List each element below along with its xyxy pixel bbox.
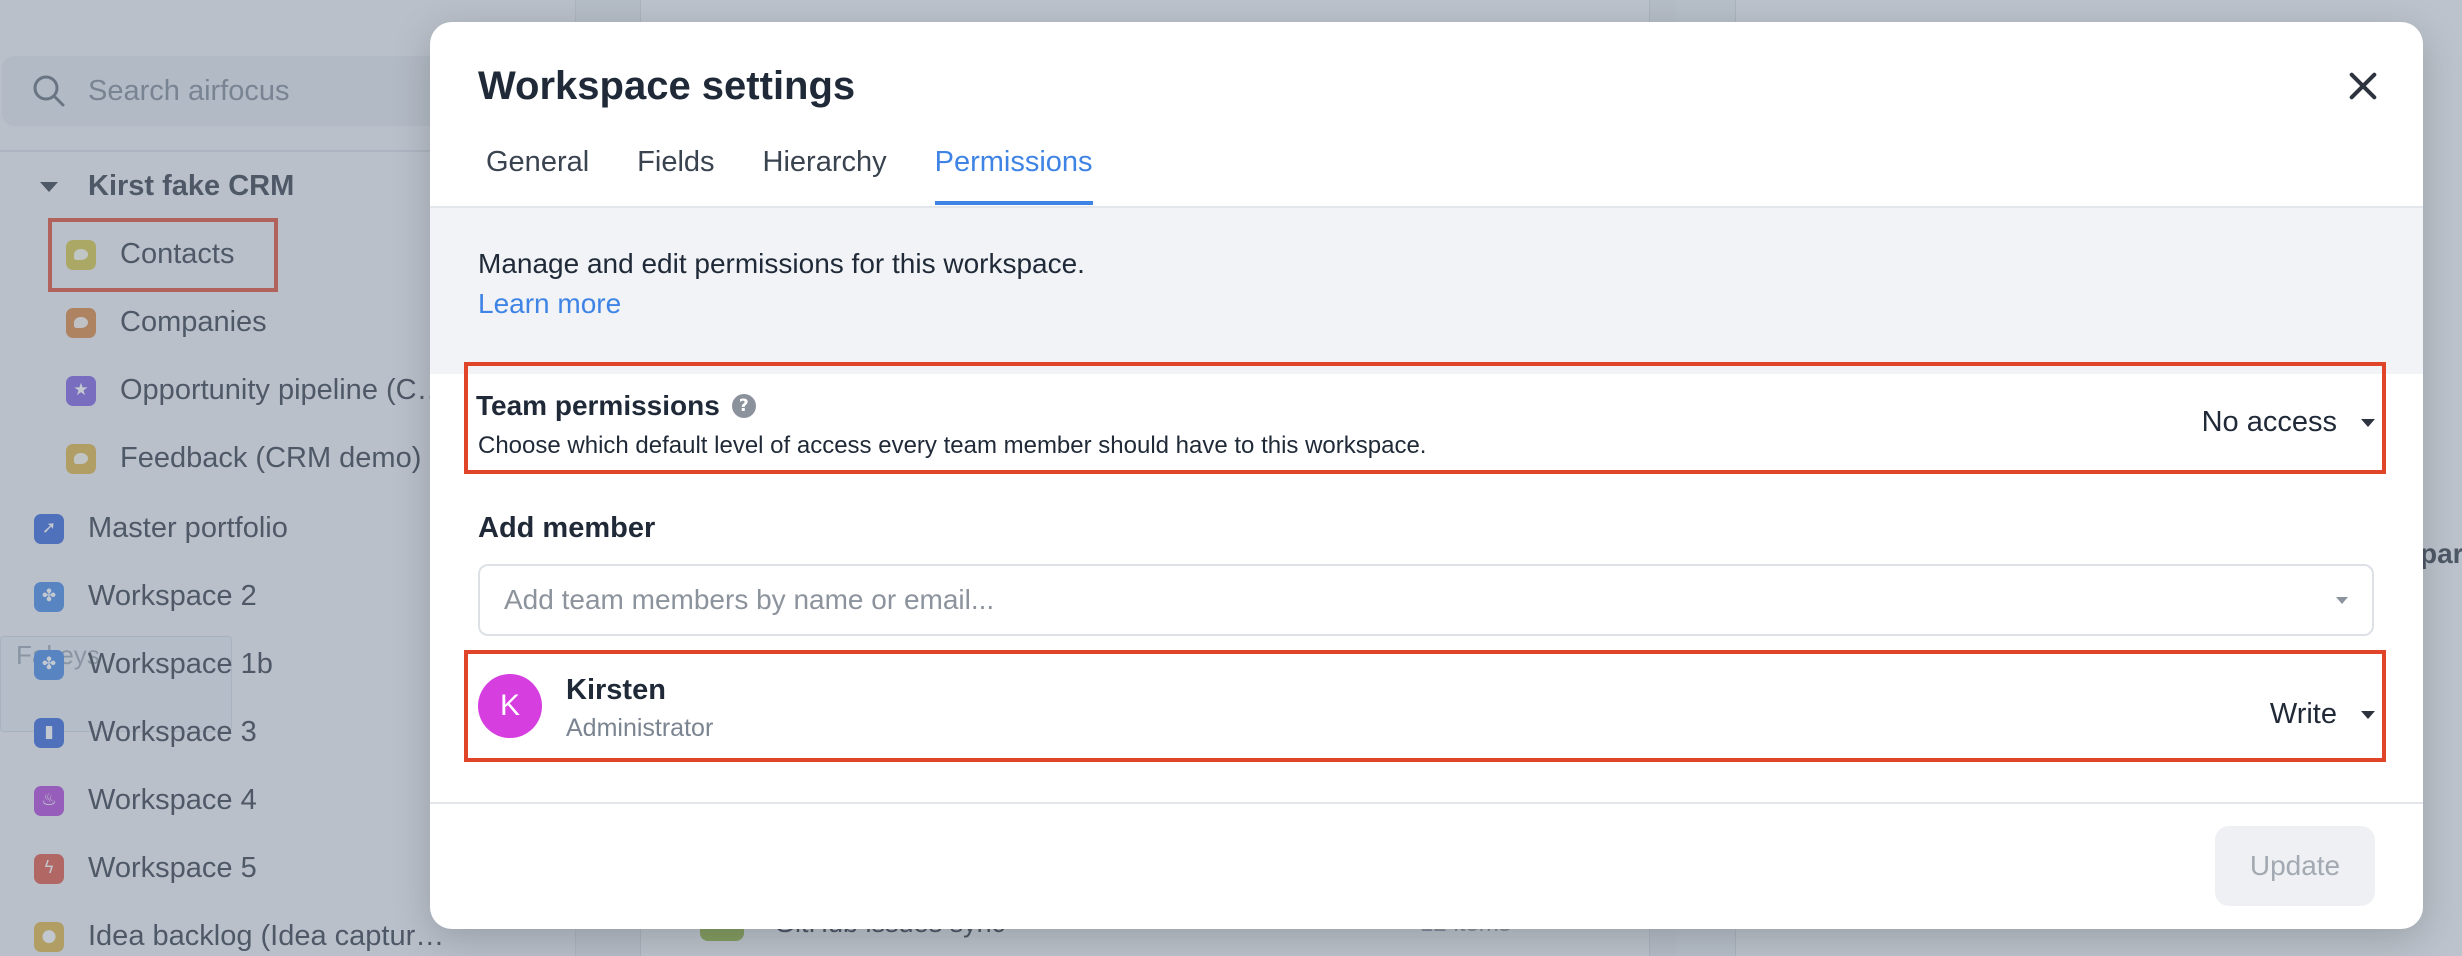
tab-hierarchy[interactable]: Hierarchy (763, 146, 887, 201)
team-permissions-label: Team permissions (476, 390, 720, 421)
learn-more-link[interactable]: Learn more (478, 288, 621, 320)
close-icon[interactable] (2341, 64, 2385, 108)
chevron-down-icon (2361, 710, 2375, 719)
info-banner: Manage and edit permissions for this wor… (430, 208, 2423, 374)
modal-tabs: General Fields Hierarchy Permissions (486, 146, 1093, 205)
team-permissions-select[interactable]: No access (2202, 406, 2375, 439)
update-button[interactable]: Update (2215, 826, 2375, 906)
add-member-placeholder: Add team members by name or email... (504, 584, 995, 615)
info-text: Manage and edit permissions for this wor… (478, 248, 1085, 279)
highlight-box (464, 650, 2386, 762)
team-permissions-title: Team permissions ? (476, 390, 756, 422)
modal-title: Workspace settings (478, 64, 856, 108)
workspace-settings-modal: Workspace settings General Fields Hierar… (430, 22, 2423, 929)
footer-divider (430, 802, 2423, 804)
add-member-label: Add member (478, 512, 656, 544)
add-member-input[interactable]: Add team members by name or email... (478, 564, 2374, 636)
member-role: Administrator (566, 714, 714, 742)
member-access-value: Write (2269, 698, 2337, 730)
member-name: Kirsten (566, 674, 666, 706)
help-icon[interactable]: ? (731, 394, 756, 418)
tab-permissions[interactable]: Permissions (934, 146, 1093, 205)
team-permissions-description: Choose which default level of access eve… (478, 432, 1427, 459)
member-access-select[interactable]: Write (2270, 698, 2375, 731)
chevron-down-icon (2336, 597, 2348, 604)
tab-fields[interactable]: Fields (637, 146, 714, 201)
tab-general[interactable]: General (486, 146, 589, 201)
team-permissions-value: No access (2201, 406, 2337, 438)
chevron-down-icon (2361, 418, 2375, 427)
avatar: K (478, 674, 542, 738)
